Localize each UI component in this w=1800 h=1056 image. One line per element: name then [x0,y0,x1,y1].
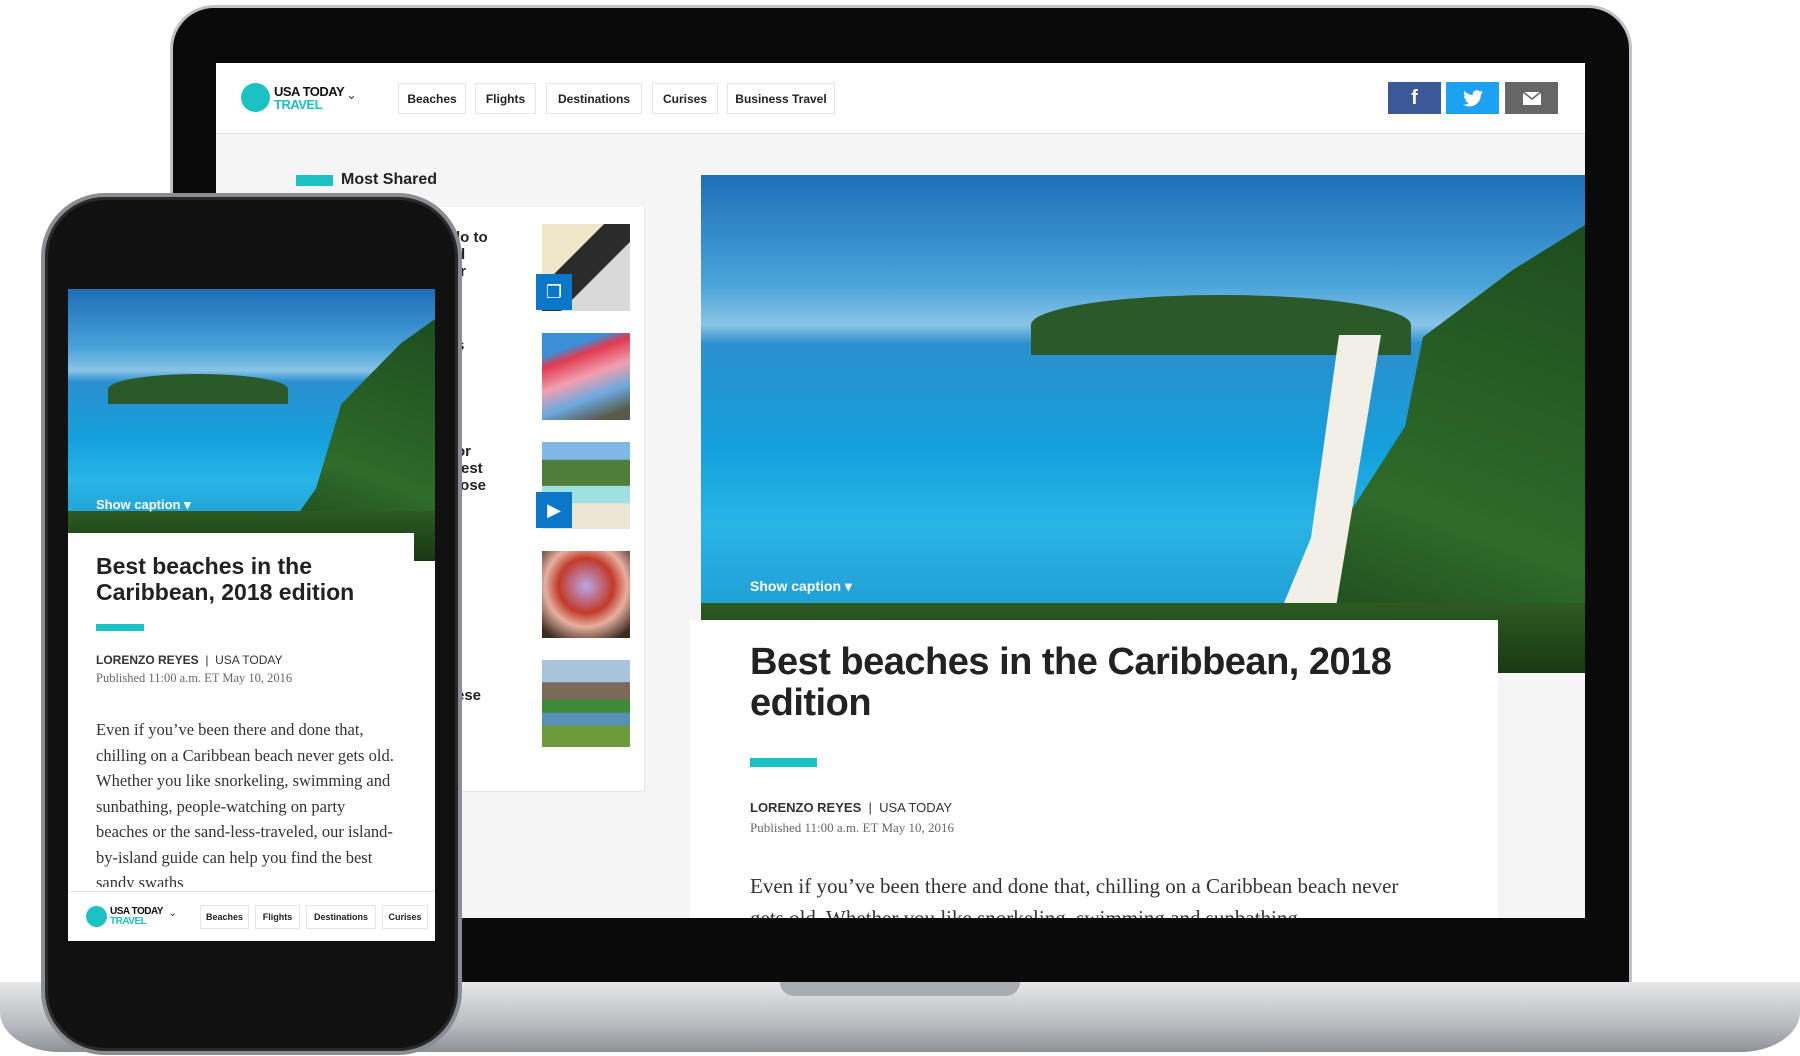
twitter-share-button[interactable] [1446,82,1499,114]
mobile-page: Show caption ▾ Best beaches in the Carib… [68,289,435,941]
play-icon[interactable]: ▶ [536,492,572,528]
title-accent [96,624,144,631]
author-name[interactable]: LORENZO REYES [96,653,199,667]
mobile-hero-image: Show caption ▾ [68,289,435,561]
logo-circle-icon [241,83,270,112]
show-caption-label: Show caption [96,497,181,512]
byline: LORENZO REYES | USA TODAY [750,800,953,815]
nav-destinations[interactable]: Destinations [546,83,642,114]
facebook-icon: f [1411,86,1418,109]
hero-image: Show caption ▾ [701,175,1585,673]
logo-line2: TRAVEL [274,97,323,112]
chevron-down-icon[interactable]: ⌄ [346,87,357,103]
byline: LORENZO REYES | USA TODAY [96,653,283,667]
mobile-nav-destinations[interactable]: Destinations [306,905,376,929]
mobile-nav-beaches[interactable]: Beaches [200,905,249,929]
mobile-article-card: Best beaches in the Caribbean, 2018 edit… [68,533,414,941]
nav-flights[interactable]: Flights [475,83,536,114]
nav-beaches[interactable]: Beaches [398,83,466,114]
article-title: Best beaches in the Caribbean, 2018 edit… [96,553,355,605]
email-icon [1522,91,1541,105]
mobile-nav-bar: USA TODAY TRAVEL ⌄ Beaches Flights Desti… [68,891,435,941]
most-shared-title: Most Shared [341,171,438,188]
article-body: Even if you’ve been there and done that,… [750,874,1399,918]
story-thumbnail[interactable] [542,660,630,747]
chevron-down-icon[interactable]: ⌄ [168,906,177,919]
gallery-icon: ❐ [536,274,572,310]
mobile-nav-flights[interactable]: Flights [255,905,300,929]
logo-line2: TRAVEL [110,916,147,927]
site-logo[interactable]: USA TODAY TRAVEL ⌄ [241,81,361,115]
logo-circle-icon [86,906,107,927]
most-shared-accent [296,175,333,186]
story-thumbnail[interactable] [542,551,630,638]
article-body: Even if you’ve been there and done that,… [96,720,394,887]
caret-down-icon: ▾ [184,497,191,512]
site-header: USA TODAY TRAVEL ⌄ Beaches Flights Desti… [216,63,1585,134]
publish-date: Published 11:00 a.m. ET May 10, 2016 [750,820,955,835]
nav-business-travel[interactable]: Business Travel [727,83,835,114]
email-share-button[interactable] [1505,82,1558,114]
show-caption-label: Show caption [750,578,841,594]
article-title: Best beaches in the Caribbean, 2018 edit… [750,641,1392,724]
title-accent [750,758,817,767]
source: USA TODAY [879,800,953,815]
laptop-notch [780,982,1020,996]
author-name[interactable]: LORENZO REYES [750,800,861,815]
publish-date: Published 11:00 a.m. ET May 10, 2016 [96,671,293,685]
show-caption-button[interactable]: Show caption ▾ [96,497,191,513]
nav-curises[interactable]: Curises [652,83,718,114]
twitter-icon [1462,89,1483,106]
show-caption-button[interactable]: Show caption ▾ [750,578,852,595]
article-card: Best beaches in the Caribbean, 2018 edit… [690,620,1498,918]
source: USA TODAY [215,653,283,667]
story-thumbnail[interactable] [542,333,630,420]
facebook-share-button[interactable]: f [1388,82,1441,114]
island [108,374,288,404]
caret-down-icon: ▾ [844,578,852,594]
mobile-nav-curises[interactable]: Curises [382,905,428,929]
